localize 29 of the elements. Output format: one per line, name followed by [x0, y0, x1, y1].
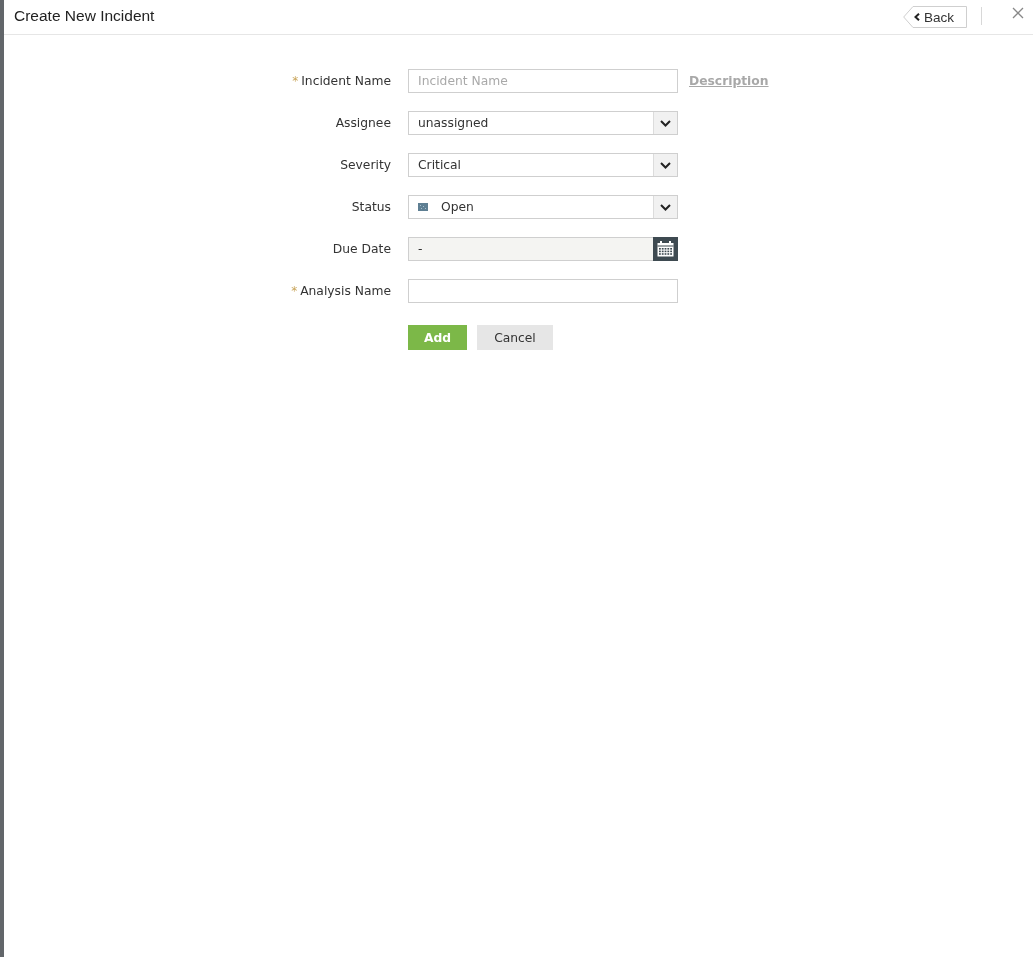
- field-label: Analysis Name: [300, 284, 391, 298]
- required-mark: *: [291, 284, 298, 298]
- select-field[interactable]: Open: [408, 195, 678, 219]
- dropdown-toggle[interactable]: [653, 196, 677, 218]
- field-label: Incident Name: [301, 74, 391, 88]
- date-field[interactable]: -: [408, 237, 678, 261]
- cancel-button[interactable]: Cancel: [477, 325, 553, 350]
- chevron-down-icon: [660, 119, 671, 127]
- field-label: Due Date: [332, 242, 391, 256]
- field-label: Assignee: [335, 116, 391, 130]
- dialog-title: Create New Incident: [14, 7, 156, 25]
- select-field[interactable]: Critical: [408, 153, 678, 177]
- calendar-button[interactable]: [653, 237, 678, 261]
- calendar-icon: [657, 241, 674, 257]
- field-label: Severity: [340, 158, 391, 172]
- input-field[interactable]: Incident Name: [408, 69, 678, 93]
- dropdown-toggle[interactable]: [653, 154, 677, 176]
- chevron-down-icon: [660, 161, 671, 169]
- dropdown-toggle[interactable]: [653, 112, 677, 134]
- close-button[interactable]: [1012, 7, 1024, 19]
- input-field[interactable]: [408, 279, 678, 303]
- field-label: Status: [351, 200, 391, 214]
- back-button[interactable]: Back: [903, 6, 967, 28]
- required-mark: *: [292, 74, 299, 88]
- close-icon: [1012, 7, 1024, 19]
- chevron-down-icon: [660, 203, 671, 211]
- status-square-icon: [418, 203, 428, 211]
- select-field[interactable]: unassigned: [408, 111, 678, 135]
- chevron-left-icon: [914, 13, 920, 21]
